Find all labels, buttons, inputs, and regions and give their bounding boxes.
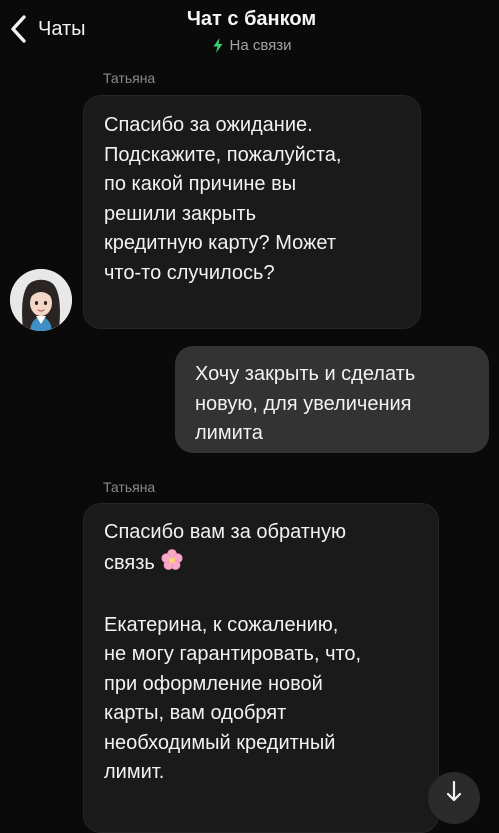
chat-title-block: Чат с банком На связи bbox=[0, 8, 499, 54]
scroll-down-button[interactable] bbox=[428, 772, 480, 824]
message-line: новую, для увеличения bbox=[195, 392, 412, 415]
message-line: карты, вам одобрят bbox=[104, 702, 287, 724]
message-text: связь bbox=[104, 551, 155, 574]
incoming-message-bubble[interactable]: Спасибо вам за обратную связь Екатерина,… bbox=[83, 503, 439, 833]
message-line: по какой причине вы bbox=[104, 173, 297, 195]
message-line: не могу гарантировать, что, bbox=[104, 643, 362, 665]
lightning-bolt-icon bbox=[213, 38, 229, 53]
message-line: Подскажите, пожалуйста, bbox=[104, 143, 342, 166]
message-line: лимита bbox=[195, 422, 263, 444]
incoming-message-bubble[interactable]: Спасибо за ожидание. Подскажите, пожалуй… bbox=[83, 95, 421, 329]
arrow-down-icon bbox=[446, 780, 462, 824]
chat-title: Чат с банком bbox=[186, 8, 317, 30]
sender-name: Татьяна bbox=[103, 70, 156, 86]
avatar[interactable] bbox=[10, 269, 72, 331]
message-line: при оформление новой bbox=[104, 672, 323, 695]
message-line: Екатерина, к сожалению, bbox=[104, 613, 339, 636]
chat-header: Чаты Чат с банком На связи bbox=[0, 0, 499, 62]
message-line-with-emoji: связь bbox=[104, 548, 428, 582]
message-line: кредитную карту? Может bbox=[104, 232, 337, 254]
cherry-blossom-emoji bbox=[160, 548, 184, 582]
message-line: лимит. bbox=[104, 761, 165, 783]
status-text: На связи bbox=[229, 37, 292, 54]
message-line: решили закрыть bbox=[104, 202, 256, 225]
status-indicator: На связи bbox=[6, 37, 499, 54]
message-line: необходимый кредитный bbox=[104, 731, 336, 754]
outgoing-message-bubble[interactable]: Хочу закрыть и сделать новую, для увелич… bbox=[175, 346, 489, 453]
message-line: Хочу закрыть и сделать bbox=[195, 363, 416, 385]
message-line: Спасибо за ожидание. bbox=[104, 114, 313, 136]
sender-name: Татьяна bbox=[103, 479, 156, 495]
message-line: что-то случилось? bbox=[104, 261, 275, 284]
message-line: Спасибо вам за обратную bbox=[104, 521, 346, 543]
message-line bbox=[104, 581, 428, 611]
